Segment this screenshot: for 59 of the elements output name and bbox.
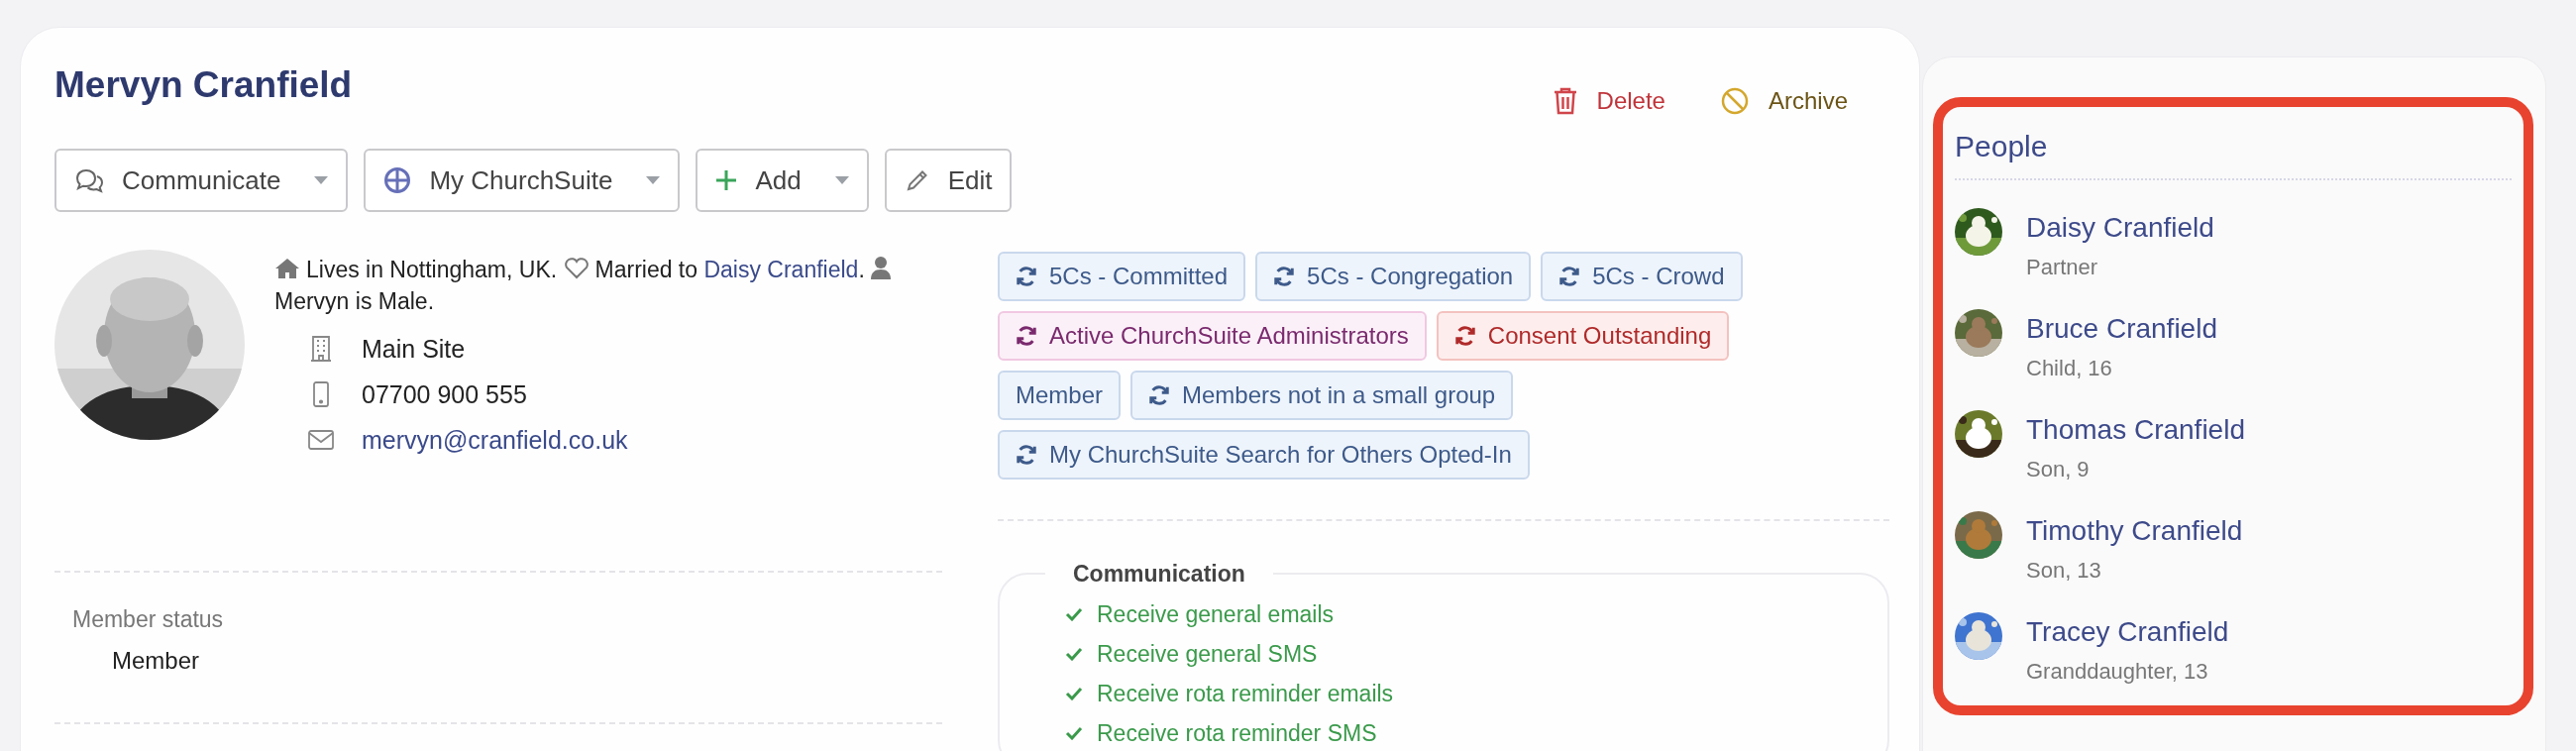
sync-icon xyxy=(1016,444,1037,466)
phone-number: 07700 900 555 xyxy=(362,379,527,410)
person-link[interactable]: Thomas Cranfield xyxy=(2026,410,2245,450)
toolbar-button[interactable]: Communicate xyxy=(54,149,349,212)
panel-title: Communication xyxy=(1072,560,1246,589)
sync-icon xyxy=(1148,384,1171,406)
heart-icon xyxy=(563,258,590,279)
person-link[interactable]: Timothy Cranfield xyxy=(2026,511,2243,551)
preference-label: Receive rota reminder emails xyxy=(1097,679,1394,708)
toolbar-button[interactable]: Edit xyxy=(884,149,1013,212)
preference-label: Receive general emails xyxy=(1097,599,1335,629)
preference-label: Receive rota reminder SMS xyxy=(1097,718,1377,748)
panel-title: People xyxy=(1955,129,2049,164)
spouse-link[interactable]: Daisy Cranfield xyxy=(703,257,859,282)
tag: My ChurchSuite Search for Others Opted-In xyxy=(998,430,1530,480)
building-icon xyxy=(311,336,331,362)
plus-icon xyxy=(715,169,738,191)
phone-icon xyxy=(313,381,329,407)
field-label: Member status xyxy=(72,605,225,634)
tag: Consent Outstanding xyxy=(1436,311,1730,361)
relationship-text: Son, 13 xyxy=(2026,557,2102,585)
home-icon xyxy=(274,258,300,279)
tag: Members not in a small group xyxy=(1130,371,1514,420)
envelope-icon xyxy=(308,430,334,450)
toolbar-button[interactable]: Add xyxy=(696,149,869,212)
preference-label: Receive general SMS xyxy=(1097,639,1318,669)
chat-icon xyxy=(74,167,104,193)
toolbar-button[interactable]: My ChurchSuite xyxy=(364,149,681,212)
field-value: Member xyxy=(111,645,201,676)
site-name: Main Site xyxy=(362,334,466,365)
prohibited-icon xyxy=(1720,87,1749,115)
person-link[interactable]: Bruce Cranfield xyxy=(2026,309,2217,349)
sync-icon xyxy=(1558,266,1581,287)
caret-icon xyxy=(314,176,329,184)
trash-icon xyxy=(1553,87,1577,115)
person-link[interactable]: Daisy Cranfield xyxy=(2026,208,2214,248)
archive-button[interactable]: Archive xyxy=(1720,83,1848,119)
sync-icon xyxy=(1453,325,1476,347)
tag: 5Cs - Congregation xyxy=(1255,252,1532,301)
summary-text: Lives in Nottingham, UK. Married to Daisy Cranfield. Mervyn is Male. xyxy=(274,250,942,317)
delete-button[interactable]: Delete xyxy=(1553,83,1665,119)
tag: 5Cs - Committed xyxy=(998,252,1246,301)
relationship-text: Granddaughter, 13 xyxy=(2026,658,2209,686)
caret-icon xyxy=(834,176,849,184)
tag: Member xyxy=(998,371,1122,420)
person-name: Mervyn Cranfield xyxy=(54,63,353,107)
relationship-text: Child, 16 xyxy=(2026,355,2113,382)
globe-icon xyxy=(383,166,412,194)
tag: 5Cs - Crowd xyxy=(1541,252,1743,301)
person-icon xyxy=(871,256,892,279)
person-link[interactable]: Tracey Cranfield xyxy=(2026,612,2229,652)
relationship-text: Partner xyxy=(2026,254,2099,281)
tag: Active ChurchSuite Administrators xyxy=(998,311,1427,361)
sync-icon xyxy=(1016,266,1037,287)
sync-icon xyxy=(1016,325,1037,347)
relationship-text: Son, 9 xyxy=(2026,456,2091,483)
sync-icon xyxy=(1273,266,1296,287)
caret-icon xyxy=(646,176,661,184)
email-link[interactable]: mervyn@cranfield.co.uk xyxy=(362,424,628,456)
